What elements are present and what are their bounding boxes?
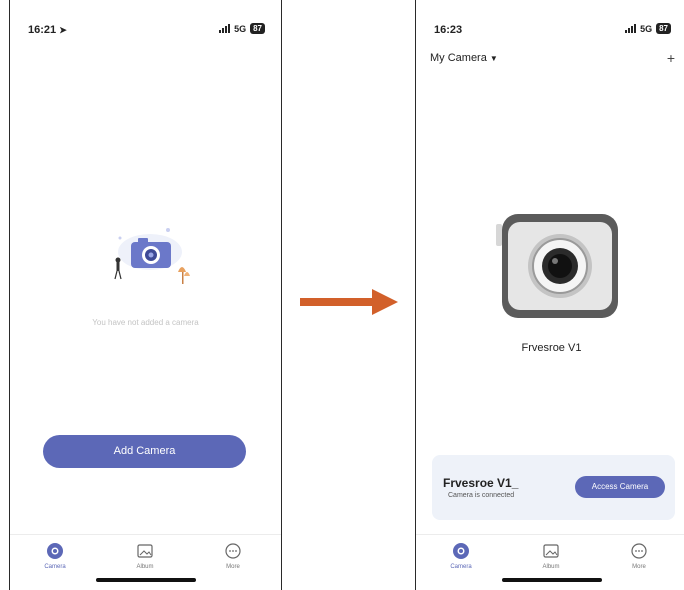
tab-more[interactable]: More — [208, 542, 258, 570]
signal-icon — [625, 24, 637, 33]
status-time: 16:21 ➤ — [28, 24, 67, 36]
tab-more[interactable]: More — [614, 542, 664, 570]
tab-album[interactable]: Album — [526, 542, 576, 570]
status-bar: 16:23 5G 87 — [416, 21, 684, 39]
connection-status: Camera is connected — [448, 492, 515, 499]
camera-card-title: Frvesroe V1_ — [443, 476, 519, 490]
status-time: 16:23 — [434, 24, 463, 36]
page-title: My Camera — [430, 52, 487, 64]
tab-album-label: Album — [542, 564, 560, 570]
status-indicators: 5G 87 — [219, 23, 265, 34]
add-camera-button[interactable]: Add Camera — [43, 435, 246, 468]
camera-name: Frvesroe V1 — [521, 342, 582, 354]
status-bar: 16:21 ➤ 5G 87 — [10, 21, 281, 39]
empty-camera-illustration — [114, 228, 190, 284]
access-camera-button[interactable]: Access Camera — [575, 476, 665, 498]
more-icon — [225, 543, 241, 559]
camera-device-icon[interactable] — [488, 210, 618, 320]
tab-album-label: Album — [136, 564, 154, 570]
empty-state-message: You have not added a camera — [92, 318, 199, 327]
status-indicators: 5G 87 — [625, 23, 671, 34]
tab-more-label: More — [226, 564, 240, 570]
header: My Camera ▼ + — [430, 50, 675, 66]
tab-more-label: More — [632, 564, 646, 570]
album-icon — [137, 544, 153, 558]
network-type: 5G — [640, 23, 653, 34]
tab-camera[interactable]: Camera — [30, 542, 80, 570]
tab-camera-label: Camera — [44, 564, 66, 570]
caret-down-icon: ▼ — [489, 54, 498, 63]
tab-camera-label: Camera — [450, 564, 472, 570]
location-arrow-icon: ➤ — [59, 25, 67, 35]
signal-icon — [219, 24, 231, 33]
home-indicator — [502, 578, 602, 582]
battery-icon: 87 — [250, 23, 265, 34]
phone-screen-before: 16:21 ➤ 5G 87 You have not added a camer… — [9, 0, 282, 590]
transition-arrow-icon — [300, 289, 398, 315]
album-icon — [543, 544, 559, 558]
camera-tab-icon — [47, 543, 63, 559]
camera-tab-icon — [453, 543, 469, 559]
home-indicator — [96, 578, 196, 582]
add-icon[interactable]: + — [667, 50, 675, 66]
network-type: 5G — [234, 23, 247, 34]
more-icon — [631, 543, 647, 559]
camera-selector[interactable]: My Camera ▼ — [430, 52, 498, 64]
camera-card[interactable]: Frvesroe V1_ Camera is connected Access … — [432, 455, 675, 520]
tab-album[interactable]: Album — [120, 542, 170, 570]
battery-icon: 87 — [656, 23, 671, 34]
tab-camera[interactable]: Camera — [436, 542, 486, 570]
phone-screen-after: 16:23 5G 87 My Camera ▼ + Frvesroe V1 Fr… — [415, 0, 684, 590]
